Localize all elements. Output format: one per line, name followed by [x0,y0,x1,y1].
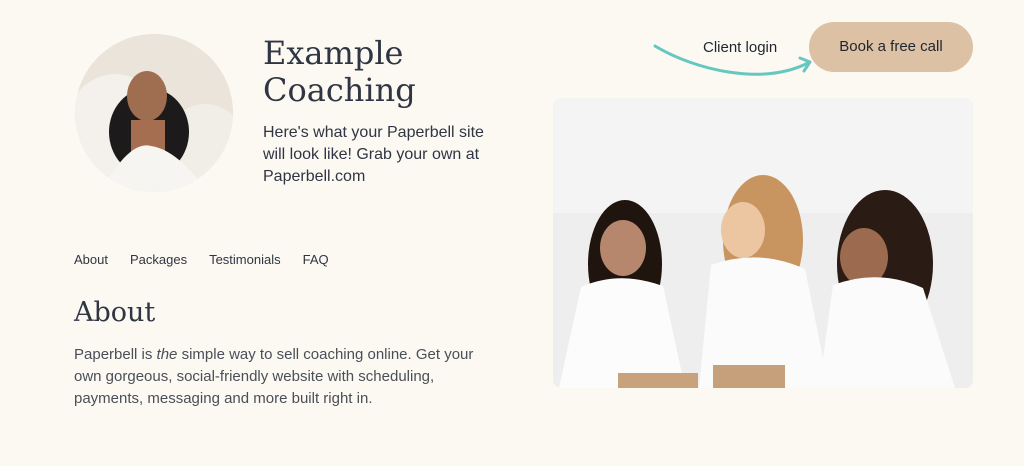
about-text: Paperbell is the simple way to sell coac… [74,344,499,410]
nav-item-packages[interactable]: Packages [130,251,187,268]
hero-image [553,98,973,388]
about-text-emphasis: the [156,346,178,363]
main-nav: About Packages Testimonials FAQ [74,251,351,268]
site-tagline: Here's what your Paperbell site will loo… [263,124,484,185]
about-heading: About [74,297,156,328]
nav-item-faq[interactable]: FAQ [303,251,329,268]
nav-item-about[interactable]: About [74,251,108,268]
nav-item-testimonials[interactable]: Testimonials [209,251,281,268]
site-title: Example Coaching [263,34,416,109]
about-text-start: Paperbell is [74,346,157,363]
client-login-link[interactable]: Client login [703,38,777,58]
book-free-call-button[interactable]: Book a free call [809,22,973,72]
avatar [75,34,233,192]
